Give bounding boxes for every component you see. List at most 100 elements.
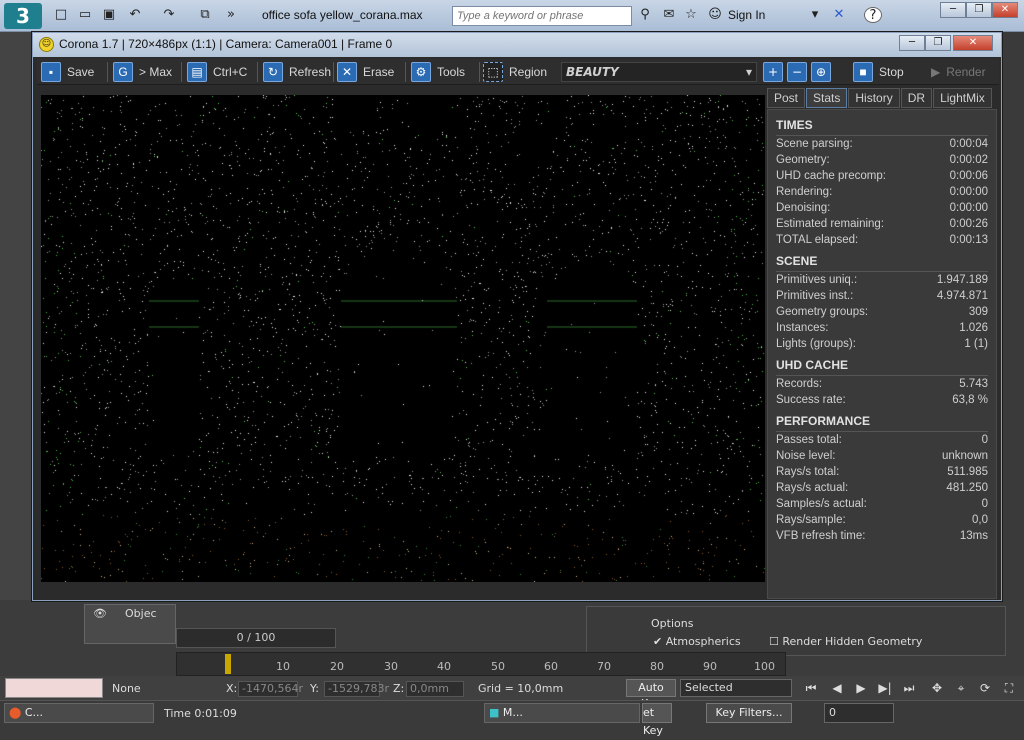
render-hidden-checkbox[interactable]: ☐ Render Hidden Geometry — [769, 635, 922, 648]
y-coordinate-field[interactable]: -1529,783r — [324, 681, 389, 697]
undo-icon[interactable]: ↶ — [126, 7, 144, 23]
tools-button[interactable]: ⚙ Tools — [411, 61, 465, 83]
redo-icon[interactable]: ↷ — [160, 7, 178, 23]
max-close-button[interactable]: ✕ — [992, 2, 1018, 18]
favorites-star-icon[interactable]: ☆ — [682, 7, 700, 23]
max-minimize-button[interactable]: ─ — [940, 2, 966, 18]
render-label: Render — [946, 65, 986, 79]
copy-button[interactable]: ▤ Ctrl+C — [187, 61, 247, 83]
corona-app-icon: ⬤ — [9, 706, 22, 719]
zoom-extents-icon[interactable]: ⌖ — [952, 679, 970, 697]
refresh-button[interactable]: ↻ Refresh — [263, 61, 331, 83]
tab-lightmix[interactable]: LightMix — [933, 88, 992, 108]
render-viewport[interactable] — [41, 95, 765, 582]
orbit-icon[interactable]: ⟳ — [976, 679, 994, 697]
key-set-dropdown[interactable]: Selected — [680, 679, 792, 697]
stat-label: Success rate: — [776, 394, 846, 406]
max-export-icon: G — [113, 62, 133, 82]
save-button[interactable]: ▪ Save — [41, 61, 94, 83]
stat-label: TOTAL elapsed: — [776, 234, 859, 246]
auto-key-button[interactable]: Auto Key — [626, 679, 676, 710]
search-input[interactable] — [452, 6, 632, 26]
binoculars-icon[interactable]: ⚲ — [636, 7, 654, 23]
current-frame-marker[interactable] — [225, 654, 231, 674]
max-logo-icon[interactable]: 3 — [4, 3, 42, 29]
pan-icon[interactable]: ✥ — [928, 679, 946, 697]
corona-restore-button[interactable]: ❐ — [925, 35, 951, 51]
stat-row: Samples/s actual: 0 — [776, 498, 988, 514]
communication-icon[interactable]: ✉ — [660, 7, 678, 23]
maxscript-listener[interactable] — [5, 678, 103, 698]
refresh-icon: ↻ — [263, 62, 283, 82]
stop-label: Stop — [879, 65, 904, 79]
to-max-button[interactable]: G > Max — [113, 61, 172, 83]
stat-row: Passes total: 0 — [776, 434, 988, 450]
copy-label: Ctrl+C — [213, 65, 248, 79]
current-frame-field[interactable]: 0 — [824, 703, 894, 723]
next-frame-icon[interactable]: ▶| — [876, 679, 894, 697]
x-coordinate-field[interactable]: -1470,564r — [238, 681, 303, 697]
sign-in-dropdown-icon[interactable]: ▾ — [806, 7, 824, 23]
time-slider[interactable]: 0 / 100 — [176, 628, 336, 648]
z-coordinate-field[interactable]: 0,0mm — [406, 681, 464, 697]
stat-label: Rendering: — [776, 186, 833, 198]
zoom-in-icon[interactable]: + — [763, 62, 783, 82]
uhd-section-title: UHD CACHE — [776, 358, 988, 376]
tab-dr[interactable]: DR — [900, 88, 933, 108]
stop-button[interactable]: ■ Stop — [853, 61, 904, 83]
go-to-start-icon[interactable]: ⏮ — [802, 679, 820, 697]
time-display: Time 0:01:09 — [164, 707, 237, 720]
zoom-fit-icon[interactable]: ⊕ — [811, 62, 831, 82]
atmospherics-label: Atmospherics — [665, 635, 741, 648]
region-button[interactable]: ⬚ Region — [483, 61, 547, 83]
render-image — [41, 95, 765, 582]
project-icon[interactable]: ⧉ — [196, 7, 214, 23]
tab-stats[interactable]: Stats — [806, 88, 848, 108]
sign-in-link[interactable]: Sign In — [728, 8, 765, 22]
render-button[interactable]: ▶ Render — [931, 61, 986, 83]
timeline-track[interactable] — [176, 652, 786, 676]
erase-x-icon: ✕ — [337, 62, 357, 82]
exchange-x-icon[interactable]: ✕ — [830, 7, 848, 23]
new-file-icon[interactable]: □ — [52, 7, 70, 23]
tab-history[interactable]: History — [848, 88, 900, 108]
key-filters-button[interactable]: Key Filters... — [706, 703, 792, 723]
stat-value: 4.974.871 — [936, 290, 988, 302]
stat-value: 0 — [981, 498, 988, 510]
tab-post[interactable]: Post — [767, 88, 806, 108]
corona-close-button[interactable]: ✕ — [953, 35, 993, 51]
max-restore-button[interactable]: ❐ — [966, 2, 992, 18]
corona-window-title: Corona 1.7 | 720×486px (1:1) | Camera: C… — [59, 37, 393, 51]
help-icon[interactable]: ? — [864, 7, 882, 23]
corona-minimize-button[interactable]: ─ — [899, 35, 925, 51]
stop-square-icon: ■ — [853, 62, 873, 82]
play-icon[interactable]: ▶ — [852, 679, 870, 697]
stat-row: Rays/s total: 511.985 — [776, 466, 988, 482]
erase-button[interactable]: ✕ Erase — [337, 61, 394, 83]
stat-value: 1.026 — [959, 322, 988, 334]
stat-label: Scene parsing: — [776, 138, 853, 150]
go-to-end-icon[interactable]: ⏭ — [900, 679, 918, 697]
maximize-viewport-icon[interactable]: ⛶ — [1000, 679, 1018, 697]
stat-value: unknown — [941, 450, 988, 462]
render-hidden-label: Render Hidden Geometry — [782, 635, 923, 648]
user-icon[interactable]: ☺ — [706, 7, 724, 23]
render-channel-dropdown[interactable]: BEAUTY ▾ — [561, 62, 757, 82]
atmospherics-checkbox[interactable]: ✔ Atmospherics — [653, 635, 741, 648]
tick-label: 70 — [597, 660, 611, 673]
more-icon[interactable]: » — [222, 7, 240, 23]
set-key-button[interactable]: et Key — [642, 703, 672, 737]
save-file-icon[interactable]: ▣ — [100, 7, 118, 23]
eye-icon[interactable]: 👁 — [93, 607, 107, 620]
floppy-icon: ▪ — [41, 62, 61, 82]
taskbar-corona-item[interactable]: ⬤ C... — [4, 703, 154, 723]
corona-toolbar: ▪ Save G > Max ▤ Ctrl+C ↻ Refresh ✕ Erase ⚙ To… — [37, 59, 999, 85]
taskbar-max-item[interactable]: ■ M... — [484, 703, 640, 723]
taskbar-max-label: M... — [502, 706, 523, 719]
stat-value: 309 — [968, 306, 988, 318]
previous-frame-icon[interactable]: ◀ — [828, 679, 846, 697]
stat-row: TOTAL elapsed: 0:00:13 — [776, 234, 988, 250]
open-file-icon[interactable]: ▭ — [76, 7, 94, 23]
zoom-out-icon[interactable]: − — [787, 62, 807, 82]
render-play-icon: ▶ — [931, 65, 941, 79]
